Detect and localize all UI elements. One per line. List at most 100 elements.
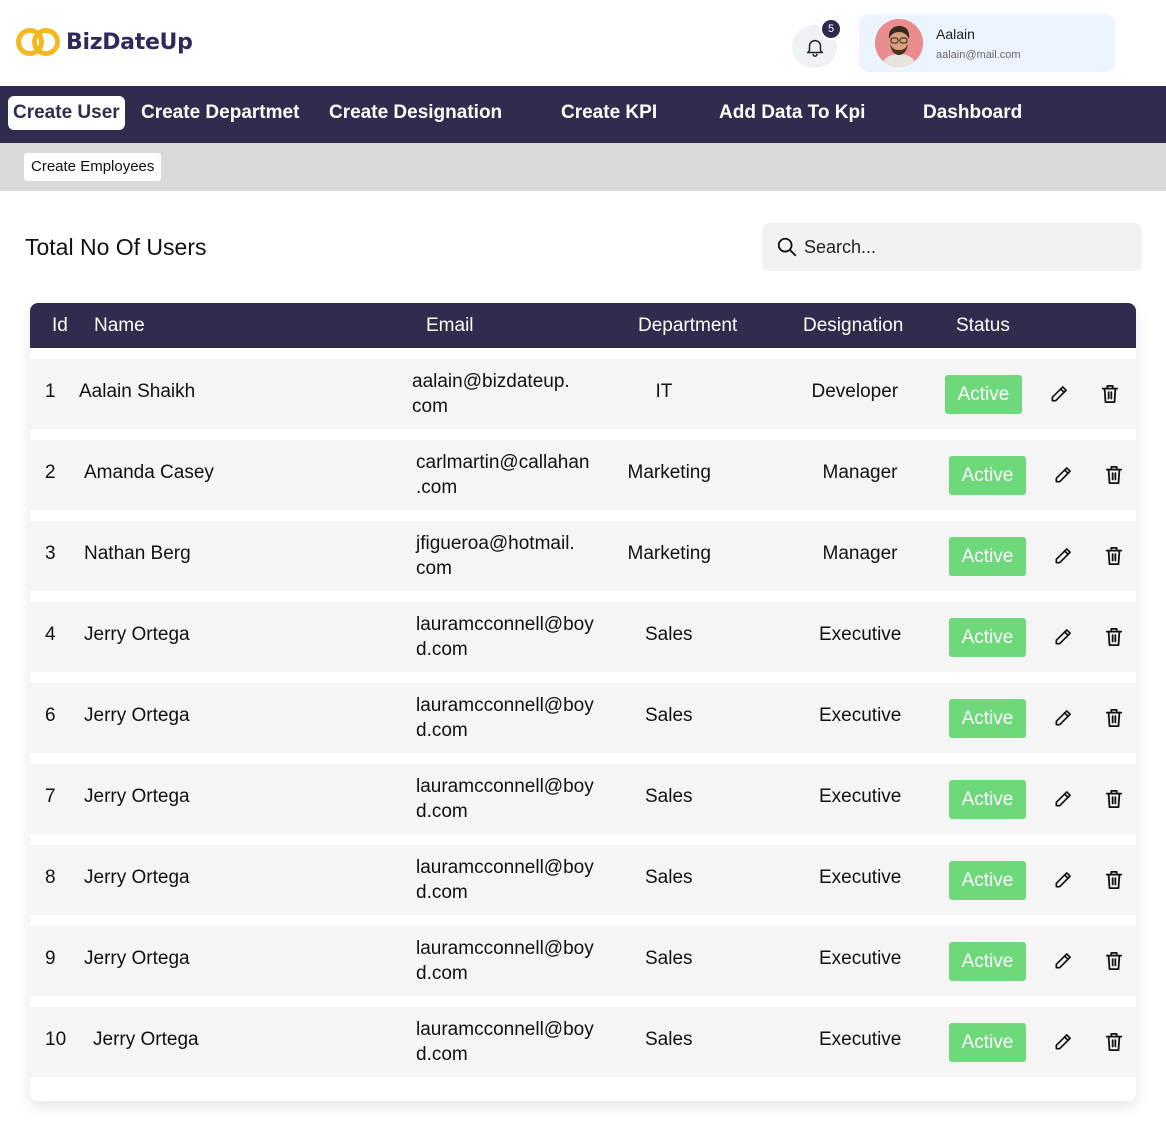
pencil-icon bbox=[1053, 951, 1073, 971]
avatar bbox=[875, 19, 923, 67]
delete-button[interactable] bbox=[1102, 787, 1126, 811]
status-badge[interactable]: Active bbox=[945, 375, 1022, 414]
edit-button[interactable] bbox=[1051, 625, 1075, 649]
cell-email: carlmartin@callahan .com bbox=[416, 450, 616, 500]
edit-button[interactable] bbox=[1051, 1030, 1075, 1054]
status-badge[interactable]: Active bbox=[949, 942, 1026, 981]
delete-button[interactable] bbox=[1098, 382, 1122, 406]
search-box[interactable] bbox=[762, 223, 1142, 271]
sub-nav: Create Employees bbox=[0, 143, 1166, 191]
cell-name: Jerry Ortega bbox=[84, 705, 190, 726]
status-badge[interactable]: Active bbox=[949, 861, 1026, 900]
cell-department: Sales bbox=[645, 1029, 693, 1050]
delete-button[interactable] bbox=[1102, 949, 1126, 973]
trash-icon bbox=[1105, 951, 1123, 971]
cell-designation: Executive bbox=[819, 786, 902, 807]
pencil-icon bbox=[1053, 465, 1073, 485]
header-department: Department bbox=[638, 315, 738, 336]
edit-button[interactable] bbox=[1047, 382, 1071, 406]
subnav-create-employees[interactable]: Create Employees bbox=[24, 153, 162, 181]
trash-icon bbox=[1105, 627, 1123, 647]
cell-name: Jerry Ortega bbox=[84, 867, 190, 888]
cell-id: 8 bbox=[45, 867, 56, 888]
header-status: Status bbox=[956, 315, 1010, 336]
status-badge[interactable]: Active bbox=[949, 537, 1026, 576]
cell-email-line1: lauramcconnell@boy bbox=[416, 614, 594, 635]
edit-button[interactable] bbox=[1051, 949, 1075, 973]
cell-department: Sales bbox=[645, 624, 693, 645]
cell-email-line1: lauramcconnell@boy bbox=[416, 1019, 594, 1040]
brand-name: BizDateUp bbox=[66, 29, 193, 55]
pencil-icon bbox=[1053, 870, 1073, 890]
table-row[interactable]: 10 Jerry Ortega lauramcconnell@boy d.com Sal… bbox=[30, 1007, 1136, 1077]
cell-designation: Manager bbox=[822, 462, 898, 483]
table-row[interactable]: 1 Aalain Shaikh aalain@bizdateup. com IT Deve… bbox=[30, 359, 1136, 429]
edit-button[interactable] bbox=[1051, 868, 1075, 892]
cell-email-line2: d.com bbox=[416, 963, 468, 984]
nav-tab-create-user[interactable]: Create User bbox=[8, 96, 125, 130]
cell-email-line2: d.com bbox=[416, 639, 468, 660]
cell-name: Jerry Ortega bbox=[93, 1029, 199, 1050]
page-title: Total No Of Users bbox=[25, 234, 207, 260]
cell-email-line1: lauramcconnell@boy bbox=[416, 776, 594, 797]
cell-id: 6 bbox=[45, 705, 56, 726]
delete-button[interactable] bbox=[1102, 544, 1126, 568]
cell-name: Jerry Ortega bbox=[84, 624, 190, 645]
edit-button[interactable] bbox=[1051, 463, 1075, 487]
nav-tab-create-kpi[interactable]: Create KPI bbox=[561, 96, 657, 130]
status-badge[interactable]: Active bbox=[949, 780, 1026, 819]
cell-department: Marketing bbox=[627, 462, 711, 483]
delete-button[interactable] bbox=[1102, 463, 1126, 487]
cell-designation: Executive bbox=[819, 1029, 902, 1050]
cell-name: Jerry Ortega bbox=[84, 948, 190, 969]
cell-name: Aalain Shaikh bbox=[79, 381, 196, 402]
nav-tab-create-designation[interactable]: Create Designation bbox=[329, 96, 502, 130]
pencil-icon bbox=[1049, 384, 1069, 404]
header-designation: Designation bbox=[803, 315, 904, 336]
table-row[interactable]: 9 Jerry Ortega lauramcconnell@boy d.com Sale… bbox=[30, 926, 1136, 996]
status-badge[interactable]: Active bbox=[949, 618, 1026, 657]
users-table: Id Name Email Department Designation Sta… bbox=[30, 303, 1136, 1101]
table-row[interactable]: 8 Jerry Ortega lauramcconnell@boy d.com Sale… bbox=[30, 845, 1136, 915]
cell-email: lauramcconnell@boy d.com bbox=[416, 1017, 616, 1067]
status-badge[interactable]: Active bbox=[949, 699, 1026, 738]
profile-name: Aalain bbox=[936, 26, 975, 42]
table-row[interactable]: 7 Jerry Ortega lauramcconnell@boy d.com Sale… bbox=[30, 764, 1136, 834]
cell-department: Marketing bbox=[627, 543, 711, 564]
delete-button[interactable] bbox=[1102, 1030, 1126, 1054]
cell-name: Jerry Ortega bbox=[84, 786, 190, 807]
cell-designation: Manager bbox=[822, 543, 898, 564]
pencil-icon bbox=[1053, 627, 1073, 647]
cell-department: Sales bbox=[645, 948, 693, 969]
status-badge[interactable]: Active bbox=[949, 456, 1026, 495]
table-row[interactable]: 3 Nathan Berg jfigueroa@hotmail. com Marketi… bbox=[30, 521, 1136, 591]
table-row[interactable]: 6 Jerry Ortega lauramcconnell@boy d.com Sale… bbox=[30, 683, 1136, 753]
delete-button[interactable] bbox=[1102, 868, 1126, 892]
delete-button[interactable] bbox=[1102, 625, 1126, 649]
nav-tab-create-department[interactable]: Create Departmet bbox=[141, 96, 299, 130]
trash-icon bbox=[1105, 789, 1123, 809]
trash-icon bbox=[1105, 708, 1123, 728]
cell-department: Sales bbox=[645, 705, 693, 726]
cell-id: 4 bbox=[45, 624, 56, 645]
table-row[interactable]: 2 Amanda Casey carlmartin@callahan .com Mark… bbox=[30, 440, 1136, 510]
delete-button[interactable] bbox=[1102, 706, 1126, 730]
edit-button[interactable] bbox=[1051, 706, 1075, 730]
cell-email: lauramcconnell@boy d.com bbox=[416, 774, 616, 824]
nav-tab-add-data-to-kpi[interactable]: Add Data To Kpi bbox=[719, 96, 865, 130]
cell-department: IT bbox=[655, 381, 673, 402]
search-input[interactable] bbox=[804, 231, 1124, 263]
table-row[interactable]: 4 Jerry Ortega lauramcconnell@boy d.com Sale… bbox=[30, 602, 1136, 672]
cell-designation: Executive bbox=[819, 705, 902, 726]
edit-button[interactable] bbox=[1051, 544, 1075, 568]
cell-email-line2: d.com bbox=[416, 1044, 468, 1065]
profile-email: aalain@mail.com bbox=[936, 49, 1021, 61]
cell-email-line2: .com bbox=[416, 477, 458, 498]
nav-tab-dashboard[interactable]: Dashboard bbox=[923, 96, 1022, 130]
edit-button[interactable] bbox=[1051, 787, 1075, 811]
status-badge[interactable]: Active bbox=[949, 1023, 1026, 1062]
brand-logo[interactable]: BizDateUp bbox=[16, 26, 193, 58]
user-profile-card[interactable]: Aalain aalain@mail.com bbox=[859, 14, 1115, 72]
cell-email-line1: lauramcconnell@boy bbox=[416, 695, 594, 716]
notification-button[interactable]: 5 bbox=[792, 18, 842, 68]
